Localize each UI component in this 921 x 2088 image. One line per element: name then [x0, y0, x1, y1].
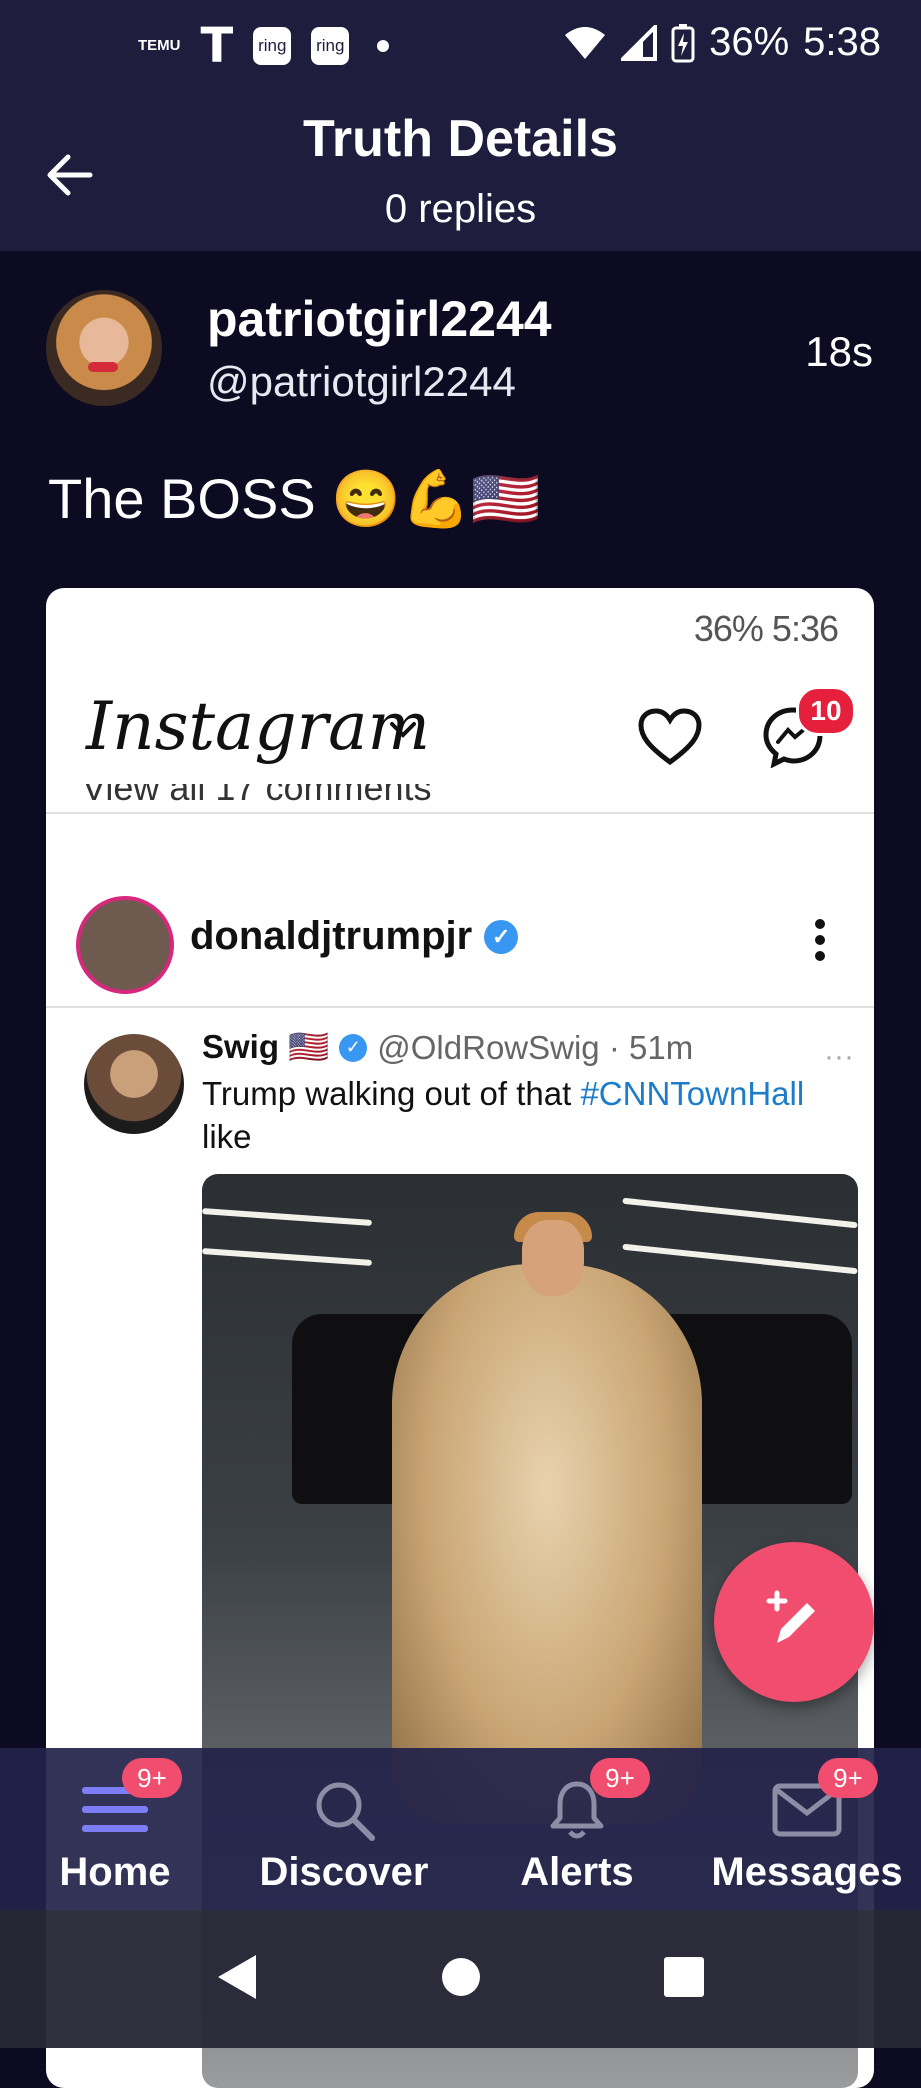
search-icon — [312, 1778, 376, 1842]
hashtag: #CNNTownHall — [580, 1075, 805, 1112]
face — [522, 1220, 584, 1296]
tweet-more-icon: ··· — [824, 1040, 854, 1073]
alerts-badge: 9+ — [590, 1758, 650, 1798]
tweet-header: Swig 🇺🇸 ✓ @OldRowSwig · 51m — [202, 1028, 693, 1067]
author-name[interactable]: patriotgirl2244 — [207, 290, 552, 348]
ring-icon: ring — [253, 27, 292, 65]
divider — [46, 1006, 874, 1008]
verified-icon: ✓ — [339, 1033, 368, 1062]
more-options-icon — [815, 919, 825, 961]
nav-home-label: Home — [59, 1850, 171, 1894]
ceiling-light — [202, 1248, 373, 1266]
nav-discover[interactable]: Discover — [254, 1748, 434, 1910]
fur-coat — [392, 1264, 702, 1824]
nav-alerts[interactable]: Alerts 9+ — [502, 1748, 652, 1910]
ig-user-avatar — [76, 896, 174, 994]
battery-percent: 36% — [709, 20, 790, 64]
page-title: Truth Details — [303, 110, 618, 168]
chevron-down-icon — [390, 722, 416, 738]
post-time: 18s — [805, 328, 873, 375]
tweet-handle-time: @OldRowSwig · 51m — [377, 1028, 694, 1066]
verified-icon: ✓ — [484, 919, 519, 954]
ceiling-light — [622, 1243, 858, 1275]
instagram-logo: Instagram — [86, 688, 431, 765]
author-avatar[interactable] — [46, 290, 162, 406]
system-nav-bar — [0, 1910, 921, 2048]
ceiling-light — [202, 1208, 373, 1226]
ceiling-light — [622, 1197, 858, 1229]
clock: 5:38 — [803, 20, 881, 64]
tweet-avatar — [84, 1034, 184, 1134]
truth-social-icon: T — [200, 18, 234, 74]
bottom-nav: Home 9+ Discover Alerts 9+ Messages 9+ — [0, 1748, 921, 1910]
compose-pencil-icon — [766, 1590, 815, 1643]
system-home-icon[interactable] — [440, 1952, 482, 2002]
wifi-icon — [565, 26, 606, 59]
nav-discover-label: Discover — [259, 1850, 429, 1894]
system-status: 36% 5:38 — [563, 20, 881, 65]
ring-icon-2: ring — [311, 27, 350, 65]
temu-icon: TEMU — [138, 37, 181, 54]
divider — [46, 812, 874, 814]
embedded-status: 36% 5:36 — [693, 608, 839, 649]
heart-icon — [638, 708, 702, 766]
comments-peek: View all 17 comments — [82, 784, 432, 808]
messages-badge: 10 — [796, 686, 856, 736]
ig-username: donaldjtrumpjr ✓ — [190, 914, 519, 959]
home-badge: 9+ — [122, 1758, 182, 1798]
compose-button[interactable] — [714, 1542, 874, 1702]
tweet-name: Swig 🇺🇸 — [202, 1028, 330, 1065]
tweet-text: Trump walking out of that #CNNTownHall l… — [202, 1075, 805, 1155]
nav-messages-label: Messages — [711, 1850, 903, 1894]
status-bar: TEMU T ring ring 36% 5:38 — [0, 0, 921, 95]
system-back-icon[interactable] — [214, 1952, 260, 2002]
battery-icon — [671, 23, 695, 62]
notification-icons: TEMU T ring ring — [138, 18, 390, 74]
signal-icon — [621, 24, 658, 61]
author-handle[interactable]: @patriotgirl2244 — [207, 358, 516, 406]
messages-nav-badge: 9+ — [818, 1758, 878, 1798]
more-notifications-dot — [377, 40, 390, 52]
nav-alerts-label: Alerts — [520, 1850, 634, 1894]
post-text: The BOSS 😄💪🇺🇸 — [48, 467, 541, 530]
nav-home[interactable]: Home 9+ — [40, 1748, 190, 1910]
page-header: Truth Details 0 replies — [0, 95, 921, 251]
ig-username-text: donaldjtrumpjr — [190, 914, 473, 958]
reply-count: 0 replies — [384, 187, 537, 231]
system-recents-icon[interactable] — [662, 1952, 706, 2002]
nav-messages[interactable]: Messages 9+ — [704, 1748, 910, 1910]
